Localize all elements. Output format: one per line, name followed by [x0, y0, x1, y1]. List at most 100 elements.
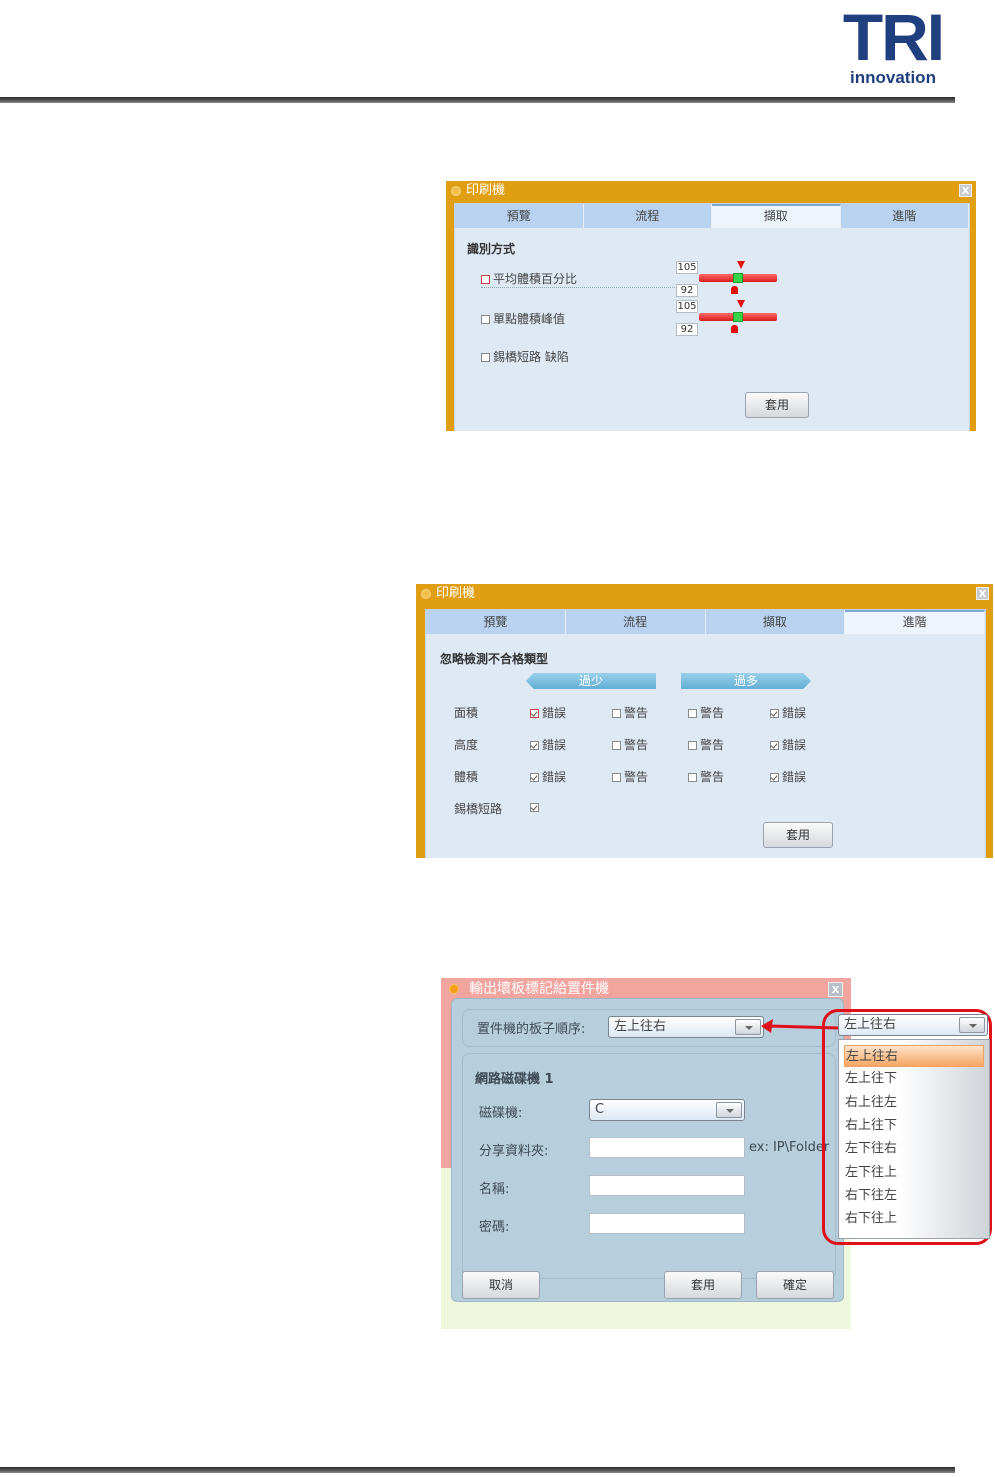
close-button[interactable]: X	[828, 982, 843, 997]
checkbox[interactable]	[481, 353, 490, 362]
tab-capture[interactable]: 擷取	[712, 204, 841, 228]
threshold-slider[interactable]	[699, 297, 777, 345]
board-order-select[interactable]: 左上往右	[608, 1016, 764, 1038]
checkbox[interactable]	[612, 709, 621, 718]
checkbox[interactable]	[530, 741, 539, 750]
drive-label: 磁碟機:	[479, 1106, 523, 1121]
username-input[interactable]	[589, 1175, 745, 1196]
expanded-order-select[interactable]: 左上往右	[838, 1014, 988, 1036]
tab-bar: 預覽 流程 擷取 進階	[426, 610, 985, 634]
option-solder-bridge[interactable]: 錫橋短路 缺陷	[481, 348, 569, 365]
option-single-point-peak[interactable]: 單點體積峰值	[481, 310, 565, 327]
area-too-few-warning[interactable]: 警告	[612, 704, 648, 721]
drive-select[interactable]: C	[589, 1099, 745, 1121]
checkbox[interactable]	[481, 315, 490, 324]
checkbox[interactable]	[530, 709, 539, 718]
cancel-button[interactable]: 取消	[462, 1271, 540, 1299]
lower-marker-icon[interactable]	[731, 286, 738, 294]
lower-marker-icon[interactable]	[731, 325, 738, 333]
tab-bar: 預覽 流程 擷取 進階	[455, 204, 969, 228]
checkbox[interactable]	[770, 741, 779, 750]
window-dot-icon	[449, 984, 459, 994]
height-too-few-error[interactable]: 錯誤	[530, 736, 566, 753]
apply-button[interactable]: 套用	[745, 392, 809, 418]
checkbox[interactable]	[530, 773, 539, 782]
dropdown-option[interactable]: 右下往左	[844, 1185, 984, 1207]
area-too-many-error[interactable]: 錯誤	[770, 704, 806, 721]
select-value: 左上往右	[844, 1017, 897, 1032]
tab-capture[interactable]: 擷取	[706, 610, 846, 634]
apply-button[interactable]: 套用	[664, 1271, 742, 1299]
dropdown-option[interactable]: 左下往上	[844, 1162, 984, 1184]
lower-threshold-value[interactable]: 92	[676, 323, 698, 336]
checkbox[interactable]	[770, 709, 779, 718]
ok-button[interactable]: 確定	[756, 1271, 834, 1299]
printer-dialog-advanced: 印刷機 X 預覽 流程 擷取 進階 忽略檢測不合格類型 過少 過多 面積 錯誤 …	[416, 584, 993, 858]
username-label: 名稱:	[479, 1182, 510, 1197]
footer-rule	[0, 1467, 955, 1473]
upper-threshold-value[interactable]: 105	[676, 261, 698, 274]
tab-advanced[interactable]: 進階	[845, 610, 985, 634]
height-too-many-error[interactable]: 錯誤	[770, 736, 806, 753]
volume-too-few-error[interactable]: 錯誤	[530, 768, 566, 785]
area-too-few-error[interactable]: 錯誤	[530, 704, 566, 721]
upper-marker-icon[interactable]	[737, 300, 745, 308]
upper-threshold-value[interactable]: 105	[676, 300, 698, 313]
checkbox[interactable]	[688, 773, 697, 782]
height-too-many-warning[interactable]: 警告	[688, 736, 724, 753]
checkbox[interactable]	[688, 741, 697, 750]
tab-preview[interactable]: 預覽	[455, 204, 584, 228]
row-label-volume: 體積	[454, 770, 479, 784]
checkbox[interactable]	[530, 803, 539, 812]
password-input[interactable]	[589, 1213, 745, 1234]
share-folder-input[interactable]	[589, 1137, 745, 1158]
dropdown-option[interactable]: 左上往右	[844, 1045, 984, 1067]
row-label-area: 面積	[454, 706, 479, 720]
slider-knob[interactable]	[733, 312, 743, 322]
dialog-title: 印刷機	[466, 183, 506, 198]
row-label-solder-bridge: 錫橋短路	[454, 802, 503, 816]
volume-too-many-warning[interactable]: 警告	[688, 768, 724, 785]
option-average-volume[interactable]: 平均體積百分比	[481, 270, 677, 288]
checkbox[interactable]	[688, 709, 697, 718]
checkbox[interactable]	[612, 741, 621, 750]
close-button[interactable]: X	[976, 587, 989, 600]
lower-threshold-value[interactable]: 92	[676, 284, 698, 297]
share-folder-hint: ex: IP\Folder	[749, 1140, 830, 1155]
tab-process[interactable]: 流程	[566, 610, 706, 634]
dialog-title: 輸出壞板標記給置件機	[441, 978, 851, 1000]
checkbox[interactable]	[481, 275, 490, 284]
dropdown-option[interactable]: 右上往下	[844, 1115, 984, 1137]
row-label-height: 高度	[454, 738, 479, 752]
password-label: 密碼:	[479, 1220, 510, 1235]
tri-innovation-logo: TRI innovation	[832, 4, 954, 88]
dropdown-option[interactable]: 右下往上	[844, 1208, 984, 1230]
share-folder-label: 分享資料夾:	[479, 1144, 549, 1159]
option-label: 錫橋短路 缺陷	[493, 350, 569, 364]
chevron-down-icon[interactable]	[959, 1017, 985, 1033]
dialog-pane: 預覽 流程 擷取 進階 忽略檢測不合格類型 過少 過多 面積 錯誤 警告 警告 …	[425, 609, 986, 858]
close-button[interactable]: X	[959, 184, 972, 197]
dropdown-option[interactable]: 左上往下	[844, 1068, 984, 1090]
height-too-few-warning[interactable]: 警告	[612, 736, 648, 753]
volume-too-few-warning[interactable]: 警告	[612, 768, 648, 785]
area-too-many-warning[interactable]: 警告	[688, 704, 724, 721]
select-value: C	[595, 1102, 605, 1117]
tab-process[interactable]: 流程	[584, 204, 712, 228]
slider-knob[interactable]	[733, 273, 743, 283]
tab-preview[interactable]: 預覽	[426, 610, 566, 634]
upper-marker-icon[interactable]	[737, 261, 745, 269]
volume-too-many-error[interactable]: 錯誤	[770, 768, 806, 785]
section-title: 忽略檢測不合格類型	[440, 652, 549, 666]
checkbox[interactable]	[770, 773, 779, 782]
too-few-header: 過少	[526, 673, 656, 689]
solder-bridge-checkbox[interactable]	[530, 800, 542, 814]
apply-button[interactable]: 套用	[763, 822, 833, 848]
chevron-down-icon[interactable]	[716, 1102, 742, 1118]
dropdown-option[interactable]: 左下往右	[844, 1138, 984, 1160]
dropdown-option[interactable]: 右上往左	[844, 1092, 984, 1114]
too-many-header: 過多	[681, 673, 811, 689]
tab-advanced[interactable]: 進階	[841, 204, 969, 228]
checkbox[interactable]	[612, 773, 621, 782]
network-drive-box: 網路磁碟機 1 磁碟機: C 分享資料夾: ex: IP\Folder 名稱: …	[462, 1053, 836, 1279]
